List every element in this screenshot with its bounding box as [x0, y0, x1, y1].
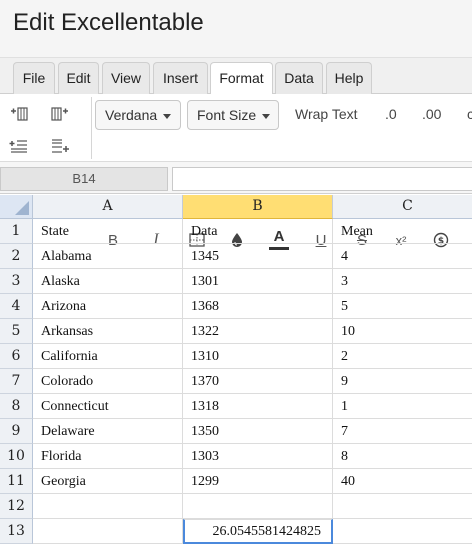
formula-input[interactable] — [172, 167, 472, 191]
table-cell[interactable]: Colorado — [33, 369, 183, 394]
table-cell[interactable]: 1322 — [183, 319, 333, 344]
table-cell[interactable]: Connecticut — [33, 394, 183, 419]
table-cell[interactable] — [333, 494, 472, 519]
row-header[interactable]: 7 — [0, 369, 33, 394]
table-cell[interactable] — [33, 494, 183, 519]
select-all-icon — [15, 201, 29, 215]
table-cell[interactable]: Alaska — [33, 269, 183, 294]
select-all-corner[interactable] — [0, 195, 33, 219]
table-cell[interactable]: 1368 — [183, 294, 333, 319]
table-cell[interactable]: 9 — [333, 369, 472, 394]
insert-column-left-icon[interactable] — [7, 103, 31, 125]
title-bar: Edit Excellentable — [0, 0, 472, 58]
table-cell[interactable]: Georgia — [33, 469, 183, 494]
tab-view[interactable]: View — [102, 62, 150, 94]
table-cell[interactable]: 1303 — [183, 444, 333, 469]
active-cell[interactable]: 26.0545581424825 — [183, 519, 333, 544]
table-cell[interactable]: Delaware — [33, 419, 183, 444]
table-cell[interactable]: Data — [183, 219, 333, 244]
table-cell[interactable]: State — [33, 219, 183, 244]
font-family-dropdown[interactable]: Verdana — [95, 100, 181, 130]
table-cell[interactable]: Arizona — [33, 294, 183, 319]
table-cell[interactable]: Alabama — [33, 244, 183, 269]
page-title: Edit Excellentable — [13, 9, 204, 36]
table-cell[interactable]: 3 — [333, 269, 472, 294]
row-header[interactable]: 11 — [0, 469, 33, 494]
tab-data[interactable]: Data — [275, 62, 323, 94]
column-header-a[interactable]: A — [33, 195, 183, 219]
row-header[interactable]: 12 — [0, 494, 33, 519]
table-cell[interactable]: 1299 — [183, 469, 333, 494]
spreadsheet-grid: A B C 1 State Data Mean 2 Alabama 1345 4 3 Alaska… — [0, 195, 472, 545]
table-cell[interactable] — [33, 519, 183, 544]
wrap-text-button[interactable]: Wrap Text — [295, 106, 358, 122]
row-header[interactable]: 8 — [0, 394, 33, 419]
increase-decimal-button[interactable]: .00 — [422, 106, 441, 122]
table-cell[interactable]: 10 — [333, 319, 472, 344]
table-cell[interactable]: Arkansas — [33, 319, 183, 344]
column-header-b[interactable]: B — [183, 195, 333, 219]
table-cell[interactable]: 8 — [333, 444, 472, 469]
cell-reference-box[interactable]: B14 — [0, 167, 168, 191]
table-cell[interactable] — [333, 519, 472, 544]
table-cell[interactable]: 5 — [333, 294, 472, 319]
font-family-value: Verdana — [105, 107, 158, 123]
menu-bar: File Edit View Insert Format Data Help — [0, 58, 472, 95]
tab-file[interactable]: File — [13, 62, 55, 94]
row-header[interactable]: 9 — [0, 419, 33, 444]
table-cell[interactable]: 2 — [333, 344, 472, 369]
formula-bar: B14 — [0, 162, 472, 194]
table-cell[interactable]: Florida — [33, 444, 183, 469]
table-cell[interactable] — [183, 494, 333, 519]
row-header[interactable]: 10 — [0, 444, 33, 469]
row-header[interactable]: 4 — [0, 294, 33, 319]
row-header[interactable]: 3 — [0, 269, 33, 294]
table-cell[interactable]: 1310 — [183, 344, 333, 369]
tab-help[interactable]: Help — [326, 62, 372, 94]
table-cell[interactable]: 4 — [333, 244, 472, 269]
row-header[interactable]: 13 — [0, 519, 33, 544]
tab-insert[interactable]: Insert — [153, 62, 208, 94]
insert-row-above-icon[interactable] — [7, 135, 31, 157]
chevron-down-icon — [163, 113, 172, 119]
table-cell[interactable]: 1370 — [183, 369, 333, 394]
tab-edit[interactable]: Edit — [58, 62, 99, 94]
table-cell[interactable]: 1318 — [183, 394, 333, 419]
font-size-dropdown[interactable]: Font Size — [187, 100, 279, 130]
table-cell[interactable]: 1 — [333, 394, 472, 419]
tab-format[interactable]: Format — [210, 62, 273, 95]
table-cell[interactable]: 1350 — [183, 419, 333, 444]
insert-column-right-icon[interactable] — [48, 103, 72, 125]
table-cell[interactable]: 40 — [333, 469, 472, 494]
table-cell[interactable]: Mean — [333, 219, 472, 244]
toolbar-divider — [91, 97, 92, 159]
overflow-toolbar-item[interactable]: c — [467, 106, 472, 122]
row-header[interactable]: 6 — [0, 344, 33, 369]
row-header[interactable]: 2 — [0, 244, 33, 269]
font-size-value: Font Size — [197, 107, 257, 123]
insert-row-below-icon[interactable] — [48, 135, 72, 157]
chevron-down-icon — [262, 113, 271, 119]
table-cell[interactable]: California — [33, 344, 183, 369]
table-cell[interactable]: 1345 — [183, 244, 333, 269]
decrease-decimal-button[interactable]: .0 — [385, 106, 397, 122]
table-cell[interactable]: 1301 — [183, 269, 333, 294]
row-header[interactable]: 1 — [0, 219, 33, 244]
toolbar: Verdana Font Size Wrap Text .0 .00 c B I… — [0, 94, 472, 250]
table-cell[interactable]: 7 — [333, 419, 472, 444]
column-header-c[interactable]: C — [333, 195, 472, 219]
row-header[interactable]: 5 — [0, 319, 33, 344]
